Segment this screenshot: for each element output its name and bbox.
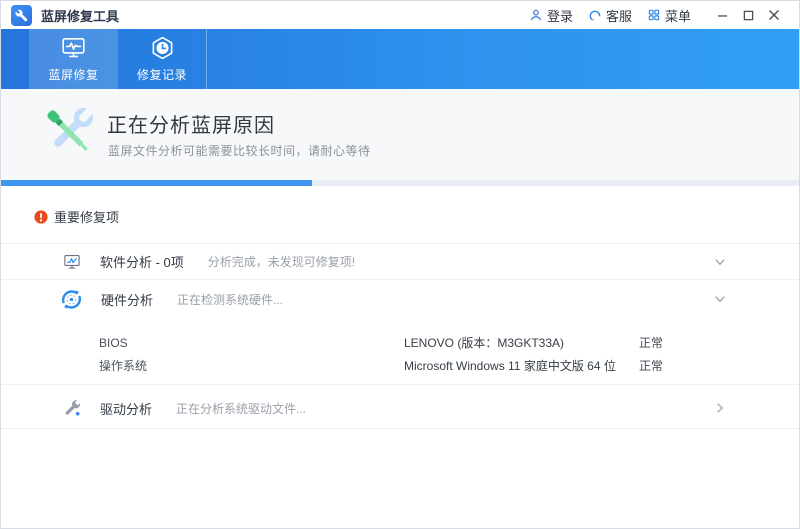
login-button[interactable]: 登录 xyxy=(529,6,573,25)
app-window: 蓝屏修复工具 登录 客服 菜单 xyxy=(0,0,800,529)
progress-fill xyxy=(1,180,312,186)
important-items-header: 重要修复项 xyxy=(34,207,119,226)
detail-label: 操作系统 xyxy=(99,357,404,374)
close-icon xyxy=(768,9,780,21)
row-software-analysis[interactable]: 软件分析 - 0项 分析完成，未发现可修复项! xyxy=(1,244,799,279)
chevron-down-icon[interactable] xyxy=(713,255,727,269)
minimize-button[interactable] xyxy=(709,4,735,26)
support-button[interactable]: 客服 xyxy=(588,6,632,25)
tabbar: 蓝屏修复 修复记录 xyxy=(1,29,799,89)
row-title: 软件分析 - 0项 xyxy=(100,252,184,271)
close-button[interactable] xyxy=(761,4,787,26)
titlebar: 蓝屏修复工具 登录 客服 菜单 xyxy=(1,1,799,29)
section-title: 重要修复项 xyxy=(54,207,119,226)
chevron-right-icon[interactable] xyxy=(713,401,727,415)
driver-analysis-wrench-icon xyxy=(61,399,83,418)
analysis-progress-bar xyxy=(1,180,799,186)
app-logo-wrench-icon xyxy=(11,5,32,26)
crossed-tools-icon xyxy=(39,102,99,162)
monitor-pulse-icon xyxy=(60,35,87,61)
alert-icon xyxy=(34,210,48,224)
grid-menu-icon xyxy=(647,8,661,22)
chevron-down-icon[interactable] xyxy=(713,292,727,306)
analysis-status-header: 正在分析蓝屏原因 蓝屏文件分析可能需要比较长时间，请耐心等待 xyxy=(1,89,799,180)
divider xyxy=(1,428,799,429)
minimize-icon xyxy=(717,10,728,21)
hardware-analysis-sync-icon xyxy=(58,287,84,312)
detail-state: 正常 xyxy=(639,357,663,374)
user-icon xyxy=(529,8,543,22)
hexagon-clock-icon xyxy=(149,35,176,61)
detail-state: 正常 xyxy=(639,334,663,351)
analysis-title: 正在分析蓝屏原因 xyxy=(107,109,275,138)
row-driver-analysis[interactable]: 驱动分析 正在分析系统驱动文件... xyxy=(1,390,799,426)
detail-value: Microsoft Windows 11 家庭中文版 64 位 xyxy=(404,357,639,374)
row-title: 硬件分析 xyxy=(101,290,153,309)
row-status: 正在分析系统驱动文件... xyxy=(176,400,306,417)
menu-button[interactable]: 菜单 xyxy=(647,6,691,25)
maximize-button[interactable] xyxy=(735,4,761,26)
detail-value: LENOVO (版本：M3GKT33A) xyxy=(404,334,639,351)
row-status: 分析完成，未发现可修复项! xyxy=(208,253,355,270)
row-hardware-analysis[interactable]: 硬件分析 正在检测系统硬件... xyxy=(1,280,799,318)
tab-repair-history[interactable]: 修复记录 xyxy=(118,29,207,89)
window-controls xyxy=(709,4,787,26)
detail-row-bios: BIOS LENOVO (版本：M3GKT33A) 正常 xyxy=(99,334,663,351)
headset-icon xyxy=(588,8,602,22)
detail-row-os: 操作系统 Microsoft Windows 11 家庭中文版 64 位 正常 xyxy=(99,357,663,374)
app-identity: 蓝屏修复工具 xyxy=(11,5,119,26)
software-analysis-monitor-icon xyxy=(61,252,83,271)
divider xyxy=(1,384,799,385)
tab-label: 修复记录 xyxy=(137,66,187,83)
maximize-icon xyxy=(743,10,754,21)
detail-label: BIOS xyxy=(99,336,404,350)
tab-bluescreen-repair[interactable]: 蓝屏修复 xyxy=(29,29,118,89)
titlebar-actions: 登录 客服 菜单 xyxy=(514,4,787,26)
tab-label: 蓝屏修复 xyxy=(48,66,98,83)
analysis-subtitle: 蓝屏文件分析可能需要比较长时间，请耐心等待 xyxy=(108,142,371,159)
row-status: 正在检测系统硬件... xyxy=(177,291,283,308)
row-title: 驱动分析 xyxy=(100,399,152,418)
app-title: 蓝屏修复工具 xyxy=(41,6,119,25)
